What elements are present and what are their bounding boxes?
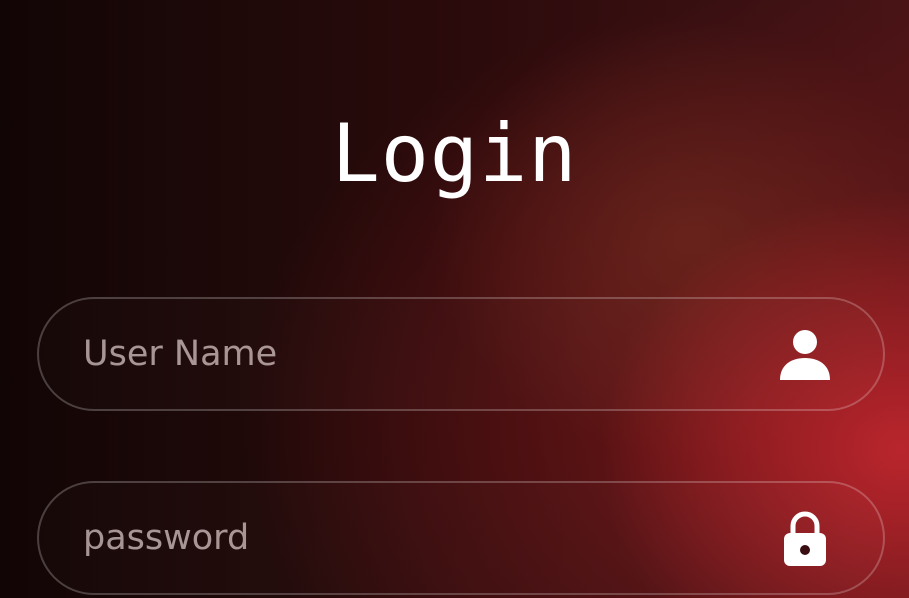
- username-input[interactable]: [83, 299, 743, 409]
- lock-icon: [777, 511, 833, 567]
- password-input[interactable]: [83, 483, 743, 593]
- username-field[interactable]: [37, 297, 885, 411]
- password-field[interactable]: [37, 481, 885, 595]
- user-icon: [777, 327, 833, 383]
- page-title: Login: [331, 107, 578, 200]
